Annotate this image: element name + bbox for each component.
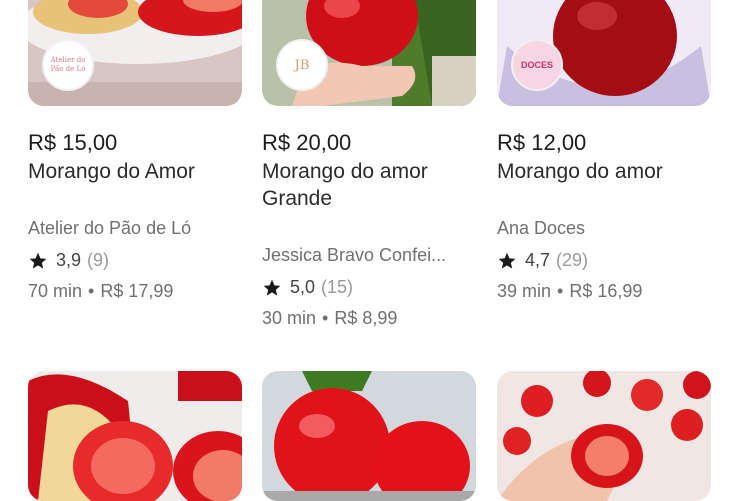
store-logo-text: DOCES (520, 60, 553, 70)
product-card[interactable] (497, 371, 711, 501)
delivery-fee: R$ 17,99 (100, 281, 174, 301)
delivery-time: 70 min (28, 281, 83, 301)
product-title[interactable]: Morango do amor (497, 158, 711, 185)
product-image[interactable] (28, 371, 242, 501)
product-card[interactable] (262, 371, 476, 501)
store-rating: 5,0 (15) (262, 277, 353, 298)
strawberry-halves-image (28, 371, 242, 501)
store-name[interactable]: Atelier do Pão de Ló (28, 218, 242, 239)
product-image[interactable] (262, 371, 476, 501)
strawberries-in-box-image (262, 371, 476, 501)
store-rating: 4,7 (29) (497, 250, 588, 271)
product-card[interactable]: DOCES R$ 12,00 Morango do amor Ana Doces… (497, 0, 711, 301)
product-grid: Atelier do Pão de Ló R$ 15,00 Morango do… (0, 0, 738, 501)
delivery-time: 30 min (262, 308, 317, 328)
rating-count: (15) (321, 277, 354, 297)
product-card[interactable]: Atelier do Pão de Ló R$ 15,00 Morango do… (28, 0, 242, 301)
product-price: R$ 12,00 (497, 130, 587, 155)
store-logo-text: JB (294, 57, 310, 73)
separator-dot: • (557, 281, 564, 301)
store-name[interactable]: Ana Doces (497, 218, 711, 239)
product-card[interactable] (28, 371, 242, 501)
store-logo: Atelier do Pão de Ló (42, 39, 94, 91)
rating-value: 3,9 (56, 250, 82, 270)
store-logo-text: Atelier do Pão de Ló (50, 56, 86, 73)
product-price: R$ 20,00 (262, 130, 352, 155)
store-rating: 3,9 (9) (28, 250, 109, 271)
delivery-fee: R$ 8,99 (334, 308, 398, 328)
separator-dot: • (322, 308, 329, 328)
store-logo: DOCES (511, 39, 563, 91)
star-icon (29, 252, 47, 269)
delivery-fee: R$ 16,99 (569, 281, 643, 301)
star-icon (498, 252, 516, 269)
product-card[interactable]: JB R$ 20,00 Morango do amor Grande Jessi… (262, 0, 476, 328)
rating-count: (9) (87, 250, 110, 270)
product-image[interactable]: JB (262, 0, 476, 106)
store-logo: JB (276, 39, 328, 91)
star-icon (263, 279, 281, 296)
delivery-info: 70 min • R$ 17,99 (28, 281, 173, 302)
delivery-info: 30 min • R$ 8,99 (262, 308, 397, 329)
product-title[interactable]: Morango do Amor (28, 158, 242, 185)
delivery-info: 39 min • R$ 16,99 (497, 281, 642, 302)
product-image[interactable] (497, 371, 711, 501)
product-image[interactable]: Atelier do Pão de Ló (28, 0, 242, 106)
rating-count: (29) (556, 250, 589, 270)
store-name[interactable]: Jessica Bravo Confei... (262, 245, 476, 266)
delivery-time: 39 min (497, 281, 552, 301)
separator-dot: • (88, 281, 95, 301)
rating-value: 4,7 (525, 250, 551, 270)
rating-value: 5,0 (290, 277, 316, 297)
product-title[interactable]: Morango do amor Grande (262, 158, 476, 212)
product-price: R$ 15,00 (28, 130, 118, 155)
product-image[interactable]: DOCES (497, 0, 711, 106)
strawberries-tray-image (497, 371, 711, 501)
